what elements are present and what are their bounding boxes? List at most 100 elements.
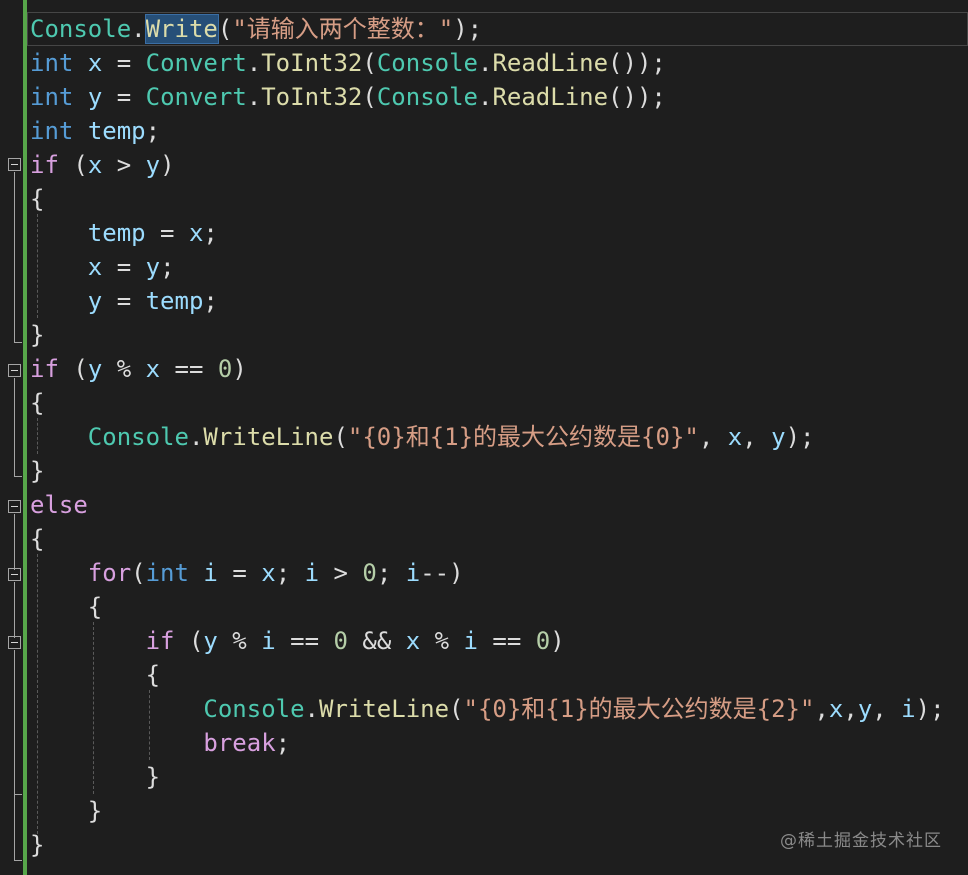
identifier-token: i bbox=[463, 627, 478, 655]
code-line[interactable]: if (y % x == 0) bbox=[30, 352, 247, 386]
code-line[interactable]: { bbox=[30, 658, 160, 692]
punctuation-token: } bbox=[30, 797, 103, 825]
identifier-token: i bbox=[261, 627, 276, 655]
code-line[interactable]: break; bbox=[30, 726, 290, 760]
method-name-token: ReadLine bbox=[492, 49, 609, 77]
outline-line bbox=[14, 650, 15, 860]
punctuation-token bbox=[30, 695, 203, 723]
outline-line-end bbox=[14, 794, 22, 795]
code-line[interactable]: } bbox=[30, 760, 160, 794]
code-line[interactable]: { bbox=[30, 522, 44, 556]
identifier-token: x bbox=[261, 559, 276, 587]
collapse-toggle-icon[interactable] bbox=[8, 158, 21, 171]
code-line[interactable]: Console.WriteLine("{0}和{1}的最大公约数是{2}",x,… bbox=[30, 692, 944, 726]
punctuation-token: . bbox=[478, 83, 493, 111]
punctuation-token: ; bbox=[203, 287, 218, 315]
identifier-token: i bbox=[901, 695, 916, 723]
code-line[interactable]: } bbox=[30, 454, 44, 488]
code-line[interactable]: { bbox=[30, 590, 102, 624]
punctuation-token: } bbox=[30, 457, 45, 485]
keyword-token: int bbox=[30, 49, 74, 77]
punctuation-token: ) bbox=[232, 355, 247, 383]
class-name-token: Console bbox=[203, 695, 305, 723]
class-name-token: Console bbox=[376, 49, 478, 77]
outline-line bbox=[14, 514, 15, 570]
punctuation-token: { bbox=[30, 593, 103, 621]
code-line[interactable]: int y = Convert.ToInt32(Console.ReadLine… bbox=[30, 80, 666, 114]
outline-line-end bbox=[14, 860, 22, 861]
keyword-token: int bbox=[30, 117, 74, 145]
outline-line bbox=[14, 172, 15, 342]
punctuation-token: . bbox=[246, 49, 262, 77]
code-line[interactable]: } bbox=[30, 318, 44, 352]
code-line[interactable]: { bbox=[30, 386, 44, 420]
punctuation-token: % bbox=[217, 627, 262, 655]
code-line[interactable]: for(int i = x; i > 0; i--) bbox=[30, 556, 464, 590]
punctuation-token: ( bbox=[131, 559, 146, 587]
punctuation-token: . bbox=[131, 15, 146, 43]
identifier-token: y bbox=[145, 151, 161, 179]
code-line[interactable]: int x = Convert.ToInt32(Console.ReadLine… bbox=[30, 46, 666, 80]
punctuation-token: ; bbox=[160, 253, 175, 281]
punctuation-token: , bbox=[698, 423, 728, 451]
punctuation-token bbox=[30, 219, 88, 247]
watermark: @稀土掘金技术社区 bbox=[780, 831, 942, 851]
punctuation-token: ( bbox=[333, 423, 348, 451]
code-line[interactable]: } bbox=[30, 794, 102, 828]
punctuation-token: . bbox=[478, 49, 493, 77]
punctuation-token: = bbox=[102, 83, 146, 111]
punctuation-token: > bbox=[102, 151, 146, 179]
punctuation-token: ; bbox=[275, 559, 305, 587]
punctuation-token: == bbox=[160, 355, 218, 383]
code-line[interactable]: if (x > y) bbox=[30, 148, 175, 182]
string-literal-token: "请输入两个整数：" bbox=[232, 15, 454, 43]
collapse-toggle-icon[interactable] bbox=[8, 500, 21, 513]
punctuation-token: % bbox=[102, 355, 146, 383]
punctuation-token bbox=[30, 729, 203, 757]
punctuation-token: ( bbox=[362, 49, 377, 77]
code-editor[interactable]: Console.Write("请输入两个整数："); int x = Conver… bbox=[0, 0, 968, 875]
identifier-token: temp bbox=[87, 219, 146, 247]
punctuation-token: && bbox=[347, 627, 406, 655]
code-line[interactable]: Console.Write("请输入两个整数："); bbox=[30, 12, 482, 46]
string-literal-token: "{0}和{1}的最大公约数是{0}" bbox=[347, 423, 699, 451]
punctuation-token: % bbox=[420, 627, 464, 655]
punctuation-token: ) bbox=[550, 627, 565, 655]
code-line[interactable]: Console.WriteLine("{0}和{1}的最大公约数是{0}", x… bbox=[30, 420, 815, 454]
control-keyword-token: if bbox=[30, 151, 59, 179]
outline-line-end bbox=[14, 342, 22, 343]
punctuation-token bbox=[30, 559, 88, 587]
identifier-token: x bbox=[828, 695, 844, 723]
selected-word-highlight: Write bbox=[144, 14, 219, 44]
punctuation-token: ; bbox=[275, 729, 291, 757]
punctuation-token: == bbox=[275, 627, 334, 655]
punctuation-token bbox=[30, 287, 88, 315]
class-name-token: Console bbox=[30, 15, 132, 43]
code-line[interactable]: if (y % i == 0 && x % i == 0) bbox=[30, 624, 565, 658]
punctuation-token bbox=[30, 253, 88, 281]
punctuation-token: { bbox=[30, 525, 45, 553]
punctuation-token: , bbox=[814, 695, 829, 723]
change-indicator-bar bbox=[23, 0, 27, 875]
control-keyword-token: if bbox=[145, 627, 175, 655]
code-line[interactable]: int temp; bbox=[30, 114, 160, 148]
method-name-token: ToInt32 bbox=[261, 83, 363, 111]
identifier-token: y bbox=[87, 83, 103, 111]
code-line[interactable]: x = y; bbox=[30, 250, 175, 284]
number-literal-token: 0 bbox=[333, 627, 348, 655]
punctuation-token: ; bbox=[376, 559, 406, 587]
code-line[interactable]: temp = x; bbox=[30, 216, 218, 250]
code-line[interactable]: { bbox=[30, 182, 44, 216]
punctuation-token: ; bbox=[145, 117, 161, 145]
identifier-token: y bbox=[87, 287, 103, 315]
collapse-toggle-icon[interactable] bbox=[8, 364, 21, 377]
code-line[interactable]: } bbox=[30, 828, 44, 862]
punctuation-token: ( bbox=[58, 355, 88, 383]
punctuation-token: ) bbox=[160, 151, 175, 179]
code-line[interactable]: y = temp; bbox=[30, 284, 218, 318]
outline-line bbox=[14, 582, 15, 638]
method-name-token: ReadLine bbox=[492, 83, 609, 111]
code-line[interactable]: else bbox=[30, 488, 88, 522]
identifier-token: i bbox=[405, 559, 421, 587]
punctuation-token: ()); bbox=[608, 49, 666, 77]
